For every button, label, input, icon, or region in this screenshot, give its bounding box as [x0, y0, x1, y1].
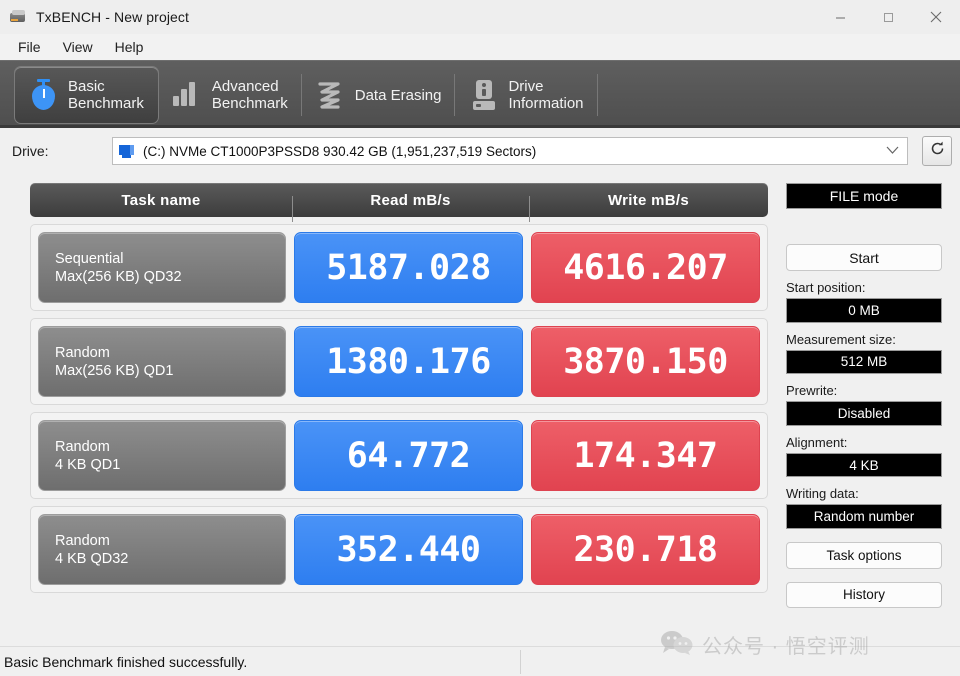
- menu-bar: File View Help: [0, 34, 960, 60]
- drive-label: Drive:: [12, 143, 49, 159]
- task-detail: Max(256 KB) QD1: [55, 362, 174, 379]
- shredder-icon: [316, 78, 346, 112]
- table-row: Random 4 KB QD32 352.440 230.718: [30, 506, 768, 593]
- results-header-row: Task name Read mB/s Write mB/s: [30, 183, 768, 222]
- read-value-cell: 352.440: [294, 514, 523, 585]
- drive-select[interactable]: (C:) NVMe CT1000P3PSSD8 930.42 GB (1,951…: [112, 137, 908, 165]
- task-title: Random: [55, 344, 110, 361]
- task-name-cell: Random Max(256 KB) QD1: [38, 326, 286, 397]
- task-detail: 4 KB QD32: [55, 550, 129, 567]
- refresh-drives-button[interactable]: [922, 136, 952, 166]
- table-row: Random 4 KB QD1 64.772 174.347: [30, 412, 768, 499]
- tab-label-advanced-benchmark: Advanced Benchmark: [211, 78, 288, 112]
- write-value-cell: 4616.207: [531, 232, 760, 303]
- task-title: Random: [55, 532, 110, 549]
- alignment-value[interactable]: 4 KB: [786, 452, 942, 478]
- column-header-read: Read mB/s: [292, 192, 529, 222]
- benchmark-results: Task name Read mB/s Write mB/s Sequentia…: [0, 174, 780, 608]
- column-header-write: Write mB/s: [529, 192, 768, 222]
- read-value-cell: 64.772: [294, 420, 523, 491]
- tab-data-erasing[interactable]: Data Erasing: [302, 66, 456, 124]
- hard-drive-icon: [469, 78, 499, 112]
- menu-item-file[interactable]: File: [8, 36, 51, 58]
- tab-basic-benchmark[interactable]: Basic Benchmark: [14, 66, 159, 124]
- table-row: Random Max(256 KB) QD1 1380.176 3870.150: [30, 318, 768, 405]
- writing-data-label: Writing data:: [786, 486, 859, 502]
- history-button[interactable]: History: [786, 581, 942, 608]
- prewrite-value[interactable]: Disabled: [786, 401, 942, 426]
- alignment-label: Alignment:: [786, 434, 848, 450]
- status-divider: [520, 649, 521, 674]
- status-message: Basic Benchmark finished successfully.: [4, 653, 248, 670]
- drive-select-value: (C:) NVMe CT1000P3PSSD8 930.42 GB (1,951…: [143, 143, 537, 159]
- close-button[interactable]: [912, 0, 960, 34]
- task-title: Random: [55, 438, 110, 455]
- maximize-button[interactable]: [864, 0, 912, 34]
- window-controls: [816, 0, 960, 34]
- txbench-app-icon: [9, 8, 27, 26]
- tab-drive-information[interactable]: Drive Information: [455, 66, 598, 124]
- prewrite-label: Prewrite:: [786, 383, 838, 399]
- menu-item-help[interactable]: Help: [105, 36, 154, 58]
- drive-small-icon: [119, 144, 136, 159]
- task-name-cell: Random 4 KB QD1: [38, 420, 286, 491]
- write-value-cell: 174.347: [531, 420, 760, 491]
- status-bar: Basic Benchmark finished successfully.: [0, 646, 960, 676]
- task-detail: 4 KB QD1: [55, 456, 121, 473]
- stopwatch-icon: [29, 78, 59, 112]
- start-position-label: Start position:: [786, 279, 866, 295]
- task-title: Sequential: [55, 250, 124, 267]
- window-title: TxBENCH - New project: [36, 9, 190, 25]
- measurement-size-value[interactable]: 512 MB: [786, 349, 942, 375]
- table-row: Sequential Max(256 KB) QD32 5187.028 461…: [30, 224, 768, 311]
- drive-selector-row: Drive: (C:) NVMe CT1000P3PSSD8 930.42 GB…: [0, 128, 960, 174]
- title-bar: TxBENCH - New project: [0, 0, 960, 34]
- measurement-size-label: Measurement size:: [786, 331, 896, 347]
- start-position-value[interactable]: 0 MB: [786, 297, 942, 323]
- writing-data-value[interactable]: Random number: [786, 504, 942, 530]
- minimize-button[interactable]: [816, 0, 864, 34]
- main-body: Task name Read mB/s Write mB/s Sequentia…: [0, 174, 960, 608]
- tab-strip: Basic Benchmark Advanced Benchmark Data …: [0, 60, 960, 128]
- write-value-cell: 230.718: [531, 514, 760, 585]
- task-name-cell: Sequential Max(256 KB) QD32: [38, 232, 286, 303]
- tab-label-basic-benchmark: Basic Benchmark: [68, 78, 144, 112]
- task-name-cell: Random 4 KB QD32: [38, 514, 286, 585]
- write-value-cell: 3870.150: [531, 326, 760, 397]
- chevron-down-icon: [886, 142, 899, 160]
- tab-advanced-benchmark[interactable]: Advanced Benchmark: [159, 66, 302, 124]
- task-options-button[interactable]: Task options: [786, 542, 942, 569]
- bar-chart-icon: [172, 78, 203, 112]
- control-panel: FILE mode Start Start position: 0 MB Mea…: [780, 174, 952, 608]
- start-button[interactable]: Start: [786, 244, 942, 271]
- refresh-icon: [928, 139, 947, 163]
- tab-label-drive-information: Drive Information: [508, 78, 584, 112]
- file-mode-button[interactable]: FILE mode: [786, 183, 942, 210]
- column-header-task-name: Task name: [121, 191, 201, 209]
- read-value-cell: 5187.028: [294, 232, 523, 303]
- read-value-cell: 1380.176: [294, 326, 523, 397]
- txbench-window: TxBENCH - New project File View Help Bas…: [0, 0, 960, 676]
- task-detail: Max(256 KB) QD32: [55, 268, 182, 285]
- menu-item-view[interactable]: View: [53, 36, 103, 58]
- tab-label-data-erasing: Data Erasing: [354, 86, 442, 104]
